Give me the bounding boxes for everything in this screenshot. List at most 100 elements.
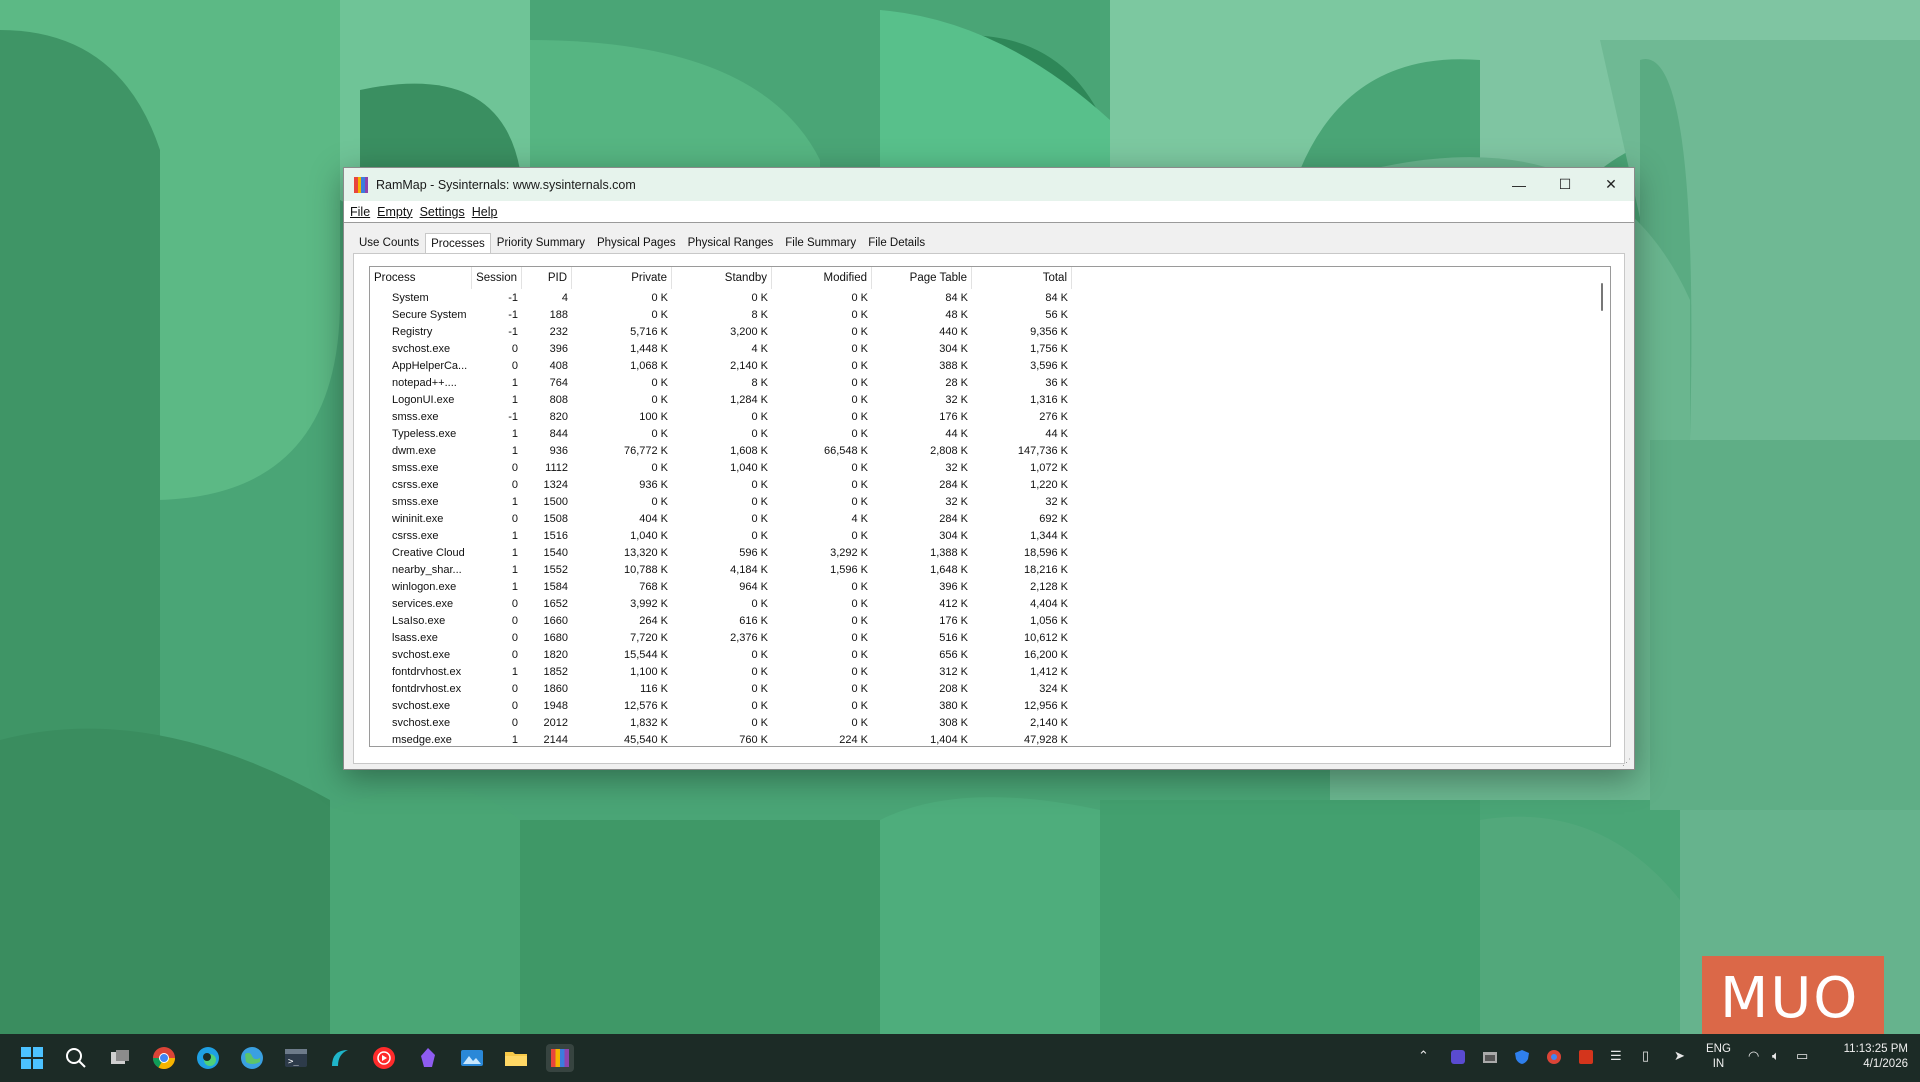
- table-row[interactable]: LsaIso.exe 0 1660 264 K 616 K 0 K 176 K 1,056 K: [370, 612, 1610, 629]
- maximize-button[interactable]: ☐: [1542, 168, 1588, 201]
- value-cell: 1584: [543, 580, 568, 593]
- table-row[interactable]: svchost.exe 0 1948 12,576 K 0 K 0 K 380 K 12,95…: [370, 697, 1610, 714]
- column-header-pid[interactable]: PID: [522, 267, 572, 289]
- table-row[interactable]: System -1 4 0 K 0 K 0 K 84 K 84 K: [370, 289, 1610, 306]
- value-cell: 0 K: [751, 529, 768, 542]
- table-row[interactable]: wininit.exe 0 1508 404 K 0 K 4 K 284 K 692 K: [370, 510, 1610, 527]
- table-row[interactable]: dwm.exe 1 936 76,772 K 1,608 K 66,548 K 2,808 …: [370, 442, 1610, 459]
- value-cell: 116 K: [640, 682, 668, 695]
- folder-icon: [505, 1052, 527, 1066]
- table-row[interactable]: smss.exe 0 1112 0 K 1,040 K 0 K 32 K 1,072 K: [370, 459, 1610, 476]
- taskbar-obsidian[interactable]: [414, 1044, 442, 1072]
- minimize-button[interactable]: —: [1496, 168, 1542, 201]
- table-row[interactable]: svchost.exe 0 396 1,448 K 4 K 0 K 304 K 1,756 K: [370, 340, 1610, 357]
- tray-window-icon[interactable]: [1482, 1049, 1498, 1068]
- taskbar-rammap[interactable]: [546, 1044, 574, 1072]
- tray-chrome-icon[interactable]: [1546, 1049, 1562, 1068]
- column-header-page-table[interactable]: Page Table: [872, 267, 972, 289]
- table-row[interactable]: lsass.exe 0 1680 7,720 K 2,376 K 0 K 516 K 10,6…: [370, 629, 1610, 646]
- menu-help[interactable]: Help: [471, 205, 504, 219]
- search-button[interactable]: [62, 1044, 90, 1072]
- tray-security-icon[interactable]: [1514, 1049, 1530, 1068]
- table-row[interactable]: Registry -1 232 5,716 K 3,200 K 0 K 440 K 9,356…: [370, 323, 1610, 340]
- table-row[interactable]: AppHelperCa... 0 408 1,068 K 2,140 K 0 K 388 K…: [370, 357, 1610, 374]
- column-header-process[interactable]: Process: [370, 267, 472, 289]
- battery-icon[interactable]: ▭: [1796, 1048, 1808, 1064]
- column-header-session[interactable]: Session: [472, 267, 522, 289]
- system-clock[interactable]: 11:13:25 PM 4/1/2026: [1828, 1042, 1908, 1072]
- taskbar-terminal[interactable]: >_: [282, 1044, 310, 1072]
- value-cell: 0 K: [851, 631, 868, 644]
- menu-empty[interactable]: Empty: [376, 205, 418, 219]
- table-row[interactable]: msedge.exe 1 2144 45,540 K 760 K 224 K 1,404 K…: [370, 731, 1610, 746]
- table-row[interactable]: csrss.exe 1 1516 1,040 K 0 K 0 K 304 K 1,344 K: [370, 527, 1610, 544]
- taskbar-file-explorer[interactable]: [502, 1044, 530, 1072]
- tab-processes[interactable]: Processes: [425, 233, 491, 254]
- close-button[interactable]: ✕: [1588, 168, 1634, 201]
- tray-acrobat-icon[interactable]: [1578, 1049, 1594, 1068]
- process-name-cell: svchost.exe: [392, 699, 451, 712]
- chevron-up-icon[interactable]: ⌃: [1418, 1048, 1429, 1064]
- table-row[interactable]: svchost.exe 0 2012 1,832 K 0 K 0 K 308 K 2,140 …: [370, 714, 1610, 731]
- tab-file-details[interactable]: File Details: [862, 233, 931, 253]
- value-cell: 312 K: [939, 665, 968, 678]
- process-name-cell: lsass.exe: [392, 631, 438, 644]
- resize-grip-icon[interactable]: ⋰: [1622, 757, 1632, 767]
- wifi-icon[interactable]: ◠: [1748, 1048, 1759, 1064]
- tray-send-icon[interactable]: ➤: [1674, 1048, 1685, 1064]
- tray-tablet-icon[interactable]: ▯: [1642, 1048, 1649, 1064]
- table-row[interactable]: Typeless.exe 1 844 0 K 0 K 0 K 44 K 44 K: [370, 425, 1610, 442]
- taskbar-photos[interactable]: [458, 1044, 486, 1072]
- table-row[interactable]: smss.exe 1 1500 0 K 0 K 0 K 32 K 32 K: [370, 493, 1610, 510]
- tab-physical-pages[interactable]: Physical Pages: [591, 233, 682, 253]
- table-row[interactable]: notepad++.... 1 764 0 K 8 K 0 K 28 K 36 K: [370, 374, 1610, 391]
- value-cell: 32 K: [945, 393, 968, 406]
- column-header-private[interactable]: Private: [572, 267, 672, 289]
- menu-settings[interactable]: Settings: [419, 205, 471, 219]
- language-indicator[interactable]: ENG IN: [1706, 1042, 1731, 1072]
- taskbar-edge[interactable]: [194, 1044, 222, 1072]
- tray-app-icon[interactable]: [1450, 1049, 1466, 1068]
- scrollbar-thumb[interactable]: [1601, 283, 1603, 311]
- value-cell: 208 K: [939, 682, 968, 695]
- column-header-total[interactable]: Total: [972, 267, 1072, 289]
- process-name-cell: LogonUI.exe: [392, 393, 455, 406]
- table-row[interactable]: fontdrvhost.ex 1 1852 1,100 K 0 K 0 K 312 K 1,4…: [370, 663, 1610, 680]
- process-list[interactable]: Process Session PID Private Standby Modi…: [369, 266, 1611, 747]
- tab-physical-ranges[interactable]: Physical Ranges: [682, 233, 780, 253]
- value-cell: 1: [511, 444, 518, 457]
- table-row[interactable]: services.exe 0 1652 3,992 K 0 K 0 K 412 K 4,404…: [370, 595, 1610, 612]
- table-row[interactable]: nearby_shar... 1 1552 10,788 K 4,184 K 1,596 …: [370, 561, 1610, 578]
- column-header-modified[interactable]: Modified: [772, 267, 872, 289]
- table-row[interactable]: LogonUI.exe 1 808 0 K 1,284 K 0 K 32 K 1,316 K: [370, 391, 1610, 408]
- tab-priority-summary[interactable]: Priority Summary: [491, 233, 591, 253]
- list-header: Process Session PID Private Standby Modi…: [370, 267, 1610, 289]
- value-cell: 1948: [543, 699, 568, 712]
- start-button[interactable]: [18, 1044, 46, 1072]
- tab-use-counts[interactable]: Use Counts: [353, 233, 425, 253]
- title-bar[interactable]: RamMap - Sysinternals: www.sysinternals.…: [344, 168, 1634, 201]
- table-row[interactable]: Creative Cloud 1 1540 13,320 K 596 K 3,292 K 1…: [370, 544, 1610, 561]
- taskbar-app-globe[interactable]: [238, 1044, 266, 1072]
- table-row[interactable]: svchost.exe 0 1820 15,544 K 0 K 0 K 656 K 16,20…: [370, 646, 1610, 663]
- rammap-app-icon: [354, 176, 368, 193]
- value-cell: 324 K: [1039, 682, 1068, 695]
- table-row[interactable]: smss.exe -1 820 100 K 0 K 0 K 176 K 276 K: [370, 408, 1610, 425]
- taskbar-app-wave[interactable]: [326, 1044, 354, 1072]
- column-header-standby[interactable]: Standby: [672, 267, 772, 289]
- menu-file[interactable]: File: [349, 205, 376, 219]
- table-row[interactable]: winlogon.exe 1 1584 768 K 964 K 0 K 396 K 2,128…: [370, 578, 1610, 595]
- volume-icon[interactable]: 🔈︎: [1772, 1048, 1780, 1064]
- value-cell: 1540: [543, 546, 568, 559]
- table-row[interactable]: Secure System -1 188 0 K 8 K 0 K 48 K 56 K: [370, 306, 1610, 323]
- tab-file-summary[interactable]: File Summary: [779, 233, 862, 253]
- taskbar-music[interactable]: [370, 1044, 398, 1072]
- task-view-button[interactable]: [106, 1044, 134, 1072]
- tray-notes-icon[interactable]: ☰: [1610, 1048, 1622, 1064]
- table-row[interactable]: fontdrvhost.ex 0 1860 116 K 0 K 0 K 208 K 324 K: [370, 680, 1610, 697]
- table-row[interactable]: csrss.exe 0 1324 936 K 0 K 0 K 284 K 1,220 K: [370, 476, 1610, 493]
- taskbar-chrome[interactable]: [150, 1044, 178, 1072]
- value-cell: 44 K: [945, 427, 968, 440]
- value-cell: 1552: [543, 563, 568, 576]
- vertical-scrollbar[interactable]: [1594, 267, 1610, 746]
